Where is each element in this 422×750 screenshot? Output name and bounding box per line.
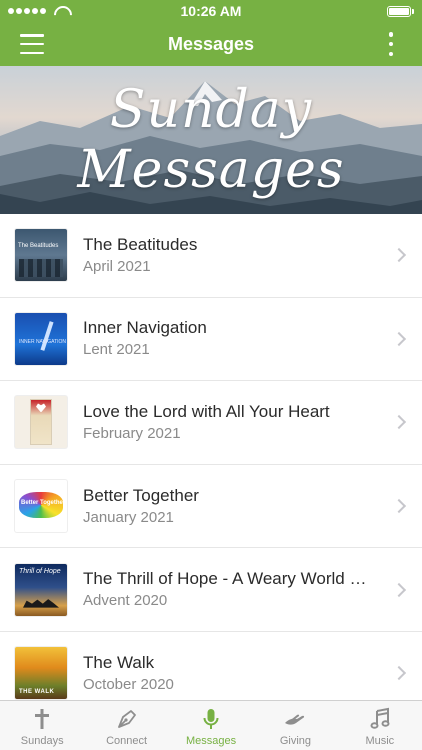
hamburger-menu-icon[interactable]: [20, 34, 44, 54]
message-thumbnail: [15, 396, 67, 449]
cross-icon: [29, 707, 55, 731]
message-title: Inner Navigation: [83, 318, 207, 338]
status-bar: 10:26 AM: [0, 0, 422, 22]
pen-icon: [114, 707, 140, 731]
tab-connect[interactable]: Connect: [84, 701, 168, 750]
message-subtitle: April 2021: [83, 257, 151, 275]
banner-title-line-2: Messages: [77, 140, 345, 200]
message-subtitle: Advent 2020: [83, 592, 168, 610]
wifi-icon: [54, 6, 68, 16]
tab-sundays[interactable]: Sundays: [0, 701, 84, 750]
message-thumbnail: INNER NAVIGATION: [15, 312, 67, 365]
message-title: The Beatitudes: [83, 234, 198, 254]
list-item[interactable]: Better Together Better Together January …: [0, 465, 422, 549]
message-subtitle: October 2020: [83, 675, 174, 693]
message-subtitle: Lent 2021: [83, 341, 150, 359]
giving-hand-icon: [282, 707, 308, 731]
list-item[interactable]: THE WALK The Walk October 2020: [0, 632, 422, 700]
more-options-icon[interactable]: [388, 32, 394, 56]
message-thumbnail: THE WALK: [15, 647, 67, 700]
page-title: Messages: [167, 33, 255, 54]
message-title: Better Together: [83, 485, 199, 505]
message-title: Love the Lord with All Your Heart: [83, 401, 330, 421]
tab-giving[interactable]: Giving: [253, 701, 337, 750]
battery-icon: [387, 5, 414, 17]
banner-title-line-1: Sunday: [109, 80, 313, 140]
tab-label: Sundays: [20, 735, 64, 747]
list-item[interactable]: Love the Lord with All Your Heart Februa…: [0, 381, 422, 465]
tab-label: Music: [365, 735, 395, 747]
tab-music[interactable]: Music: [338, 701, 422, 750]
message-thumbnail: Better Together: [15, 480, 67, 533]
tab-label: Giving: [279, 735, 312, 747]
signal-strength-icon: [8, 6, 68, 16]
sunday-messages-banner: Sunday Messages: [0, 66, 422, 214]
message-title: The Thrill of Hope - A Weary World Rejoi…: [83, 569, 378, 589]
navigation-bar: Messages: [0, 22, 422, 66]
message-thumbnail: Thrill of Hope: [15, 563, 67, 616]
tab-label: Connect: [106, 735, 148, 747]
message-subtitle: January 2021: [83, 508, 174, 526]
music-note-icon: [367, 707, 393, 731]
tab-messages[interactable]: Messages: [169, 701, 253, 750]
message-subtitle: February 2021: [83, 424, 181, 442]
microphone-icon: [198, 707, 224, 731]
list-item[interactable]: The Beatitudes The Beatitudes April 2021: [0, 214, 422, 298]
messages-list: The Beatitudes The Beatitudes April 2021…: [0, 214, 422, 700]
tab-bar: Sundays Connect Messages Giving Music: [0, 700, 422, 750]
message-title: The Walk: [83, 652, 155, 672]
list-item[interactable]: Thrill of Hope The Thrill of Hope - A We…: [0, 548, 422, 632]
list-item[interactable]: INNER NAVIGATION Inner Navigation Lent 2…: [0, 298, 422, 382]
message-thumbnail: The Beatitudes: [15, 229, 67, 282]
tab-label: Messages: [185, 735, 237, 747]
